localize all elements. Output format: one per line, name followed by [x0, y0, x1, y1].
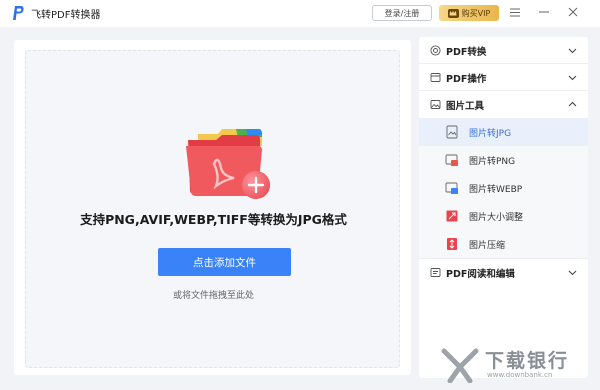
chevron-up-icon	[568, 101, 577, 107]
tool-label: 图片转PNG	[469, 157, 516, 167]
menu-icon[interactable]	[509, 6, 521, 18]
buy-vip-button[interactable]: 购买VIP	[439, 5, 499, 21]
tool-image-resize[interactable]: 图片大小调整	[419, 202, 588, 230]
tool-label: 图片转JPG	[469, 129, 512, 139]
main-panel: 支持PNG,AVIF,WEBP,TIFF等转换为JPG格式 点击添加文件 或将文…	[14, 40, 411, 375]
add-file-button[interactable]: 点击添加文件	[158, 248, 291, 276]
drag-hint-text: 或将文件拖拽至此处	[172, 291, 254, 301]
supported-formats-text: 支持PNG,AVIF,WEBP,TIFF等转换为JPG格式	[80, 212, 347, 227]
pdf-folder-add-icon	[186, 129, 270, 199]
compress-icon	[447, 238, 457, 250]
convert-icon	[430, 45, 441, 56]
tool-image-to-jpg[interactable]: 图片转JPG	[419, 118, 588, 146]
workspace: 支持PNG,AVIF,WEBP,TIFF等转换为JPG格式 点击添加文件 或将文…	[0, 27, 600, 390]
section-label: PDF阅读和编辑	[446, 269, 515, 280]
pdf-operate-icon	[430, 73, 441, 82]
login-register-button[interactable]: 登录/注册	[372, 5, 432, 21]
png-icon	[445, 154, 458, 166]
watermark-url: www.downbank.cn	[487, 371, 553, 379]
title-bar: 飞转PDF转换器 登录/注册 购买VIP	[0, 0, 600, 27]
app-title: 飞转PDF转换器	[31, 10, 101, 21]
file-dropzone[interactable]: 支持PNG,AVIF,WEBP,TIFF等转换为JPG格式 点击添加文件 或将文…	[25, 50, 400, 368]
section-label: 图片工具	[446, 101, 485, 112]
close-icon[interactable]	[567, 6, 579, 18]
tool-image-to-png[interactable]: 图片转PNG	[419, 146, 588, 174]
chevron-down-icon	[568, 270, 577, 276]
watermark: 下载银行 www.downbank.cn	[440, 343, 600, 390]
section-label: PDF转换	[446, 47, 487, 58]
section-label: PDF操作	[446, 74, 487, 85]
buy-vip-label: 购买VIP	[461, 8, 491, 18]
chevron-down-icon	[568, 75, 577, 81]
resize-icon	[446, 210, 458, 222]
webp-icon	[445, 182, 458, 194]
section-pdf-read-edit[interactable]: PDF阅读和编辑	[419, 258, 588, 285]
minimize-icon[interactable]	[538, 6, 550, 18]
image-tools-icon	[430, 100, 441, 109]
chevron-down-icon	[568, 48, 577, 54]
section-image-tools[interactable]: 图片工具	[419, 91, 588, 118]
tool-label: 图片大小调整	[469, 213, 524, 223]
pdf-read-icon	[430, 268, 441, 277]
tool-label: 图片压缩	[469, 241, 506, 251]
crown-icon	[447, 8, 459, 18]
watermark-text: 下载银行	[485, 350, 570, 372]
image-tools-list: 图片转JPG 图片转PNG 图片转WEBP 图片大小调整 图片压缩	[419, 118, 588, 258]
tool-sidebar: PDF转换 PDF操作 图片工具 图片转JPG 图片转PNG 图片转WEBP 图…	[419, 37, 588, 378]
section-pdf-operate[interactable]: PDF操作	[419, 64, 588, 91]
watermark-logo-icon	[441, 348, 479, 383]
tool-image-to-webp[interactable]: 图片转WEBP	[419, 174, 588, 202]
jpg-icon	[446, 125, 458, 139]
tool-image-compress[interactable]: 图片压缩	[419, 230, 588, 258]
tool-label: 图片转WEBP	[469, 185, 523, 195]
section-pdf-convert[interactable]: PDF转换	[419, 37, 588, 64]
app-logo-icon	[13, 6, 24, 20]
